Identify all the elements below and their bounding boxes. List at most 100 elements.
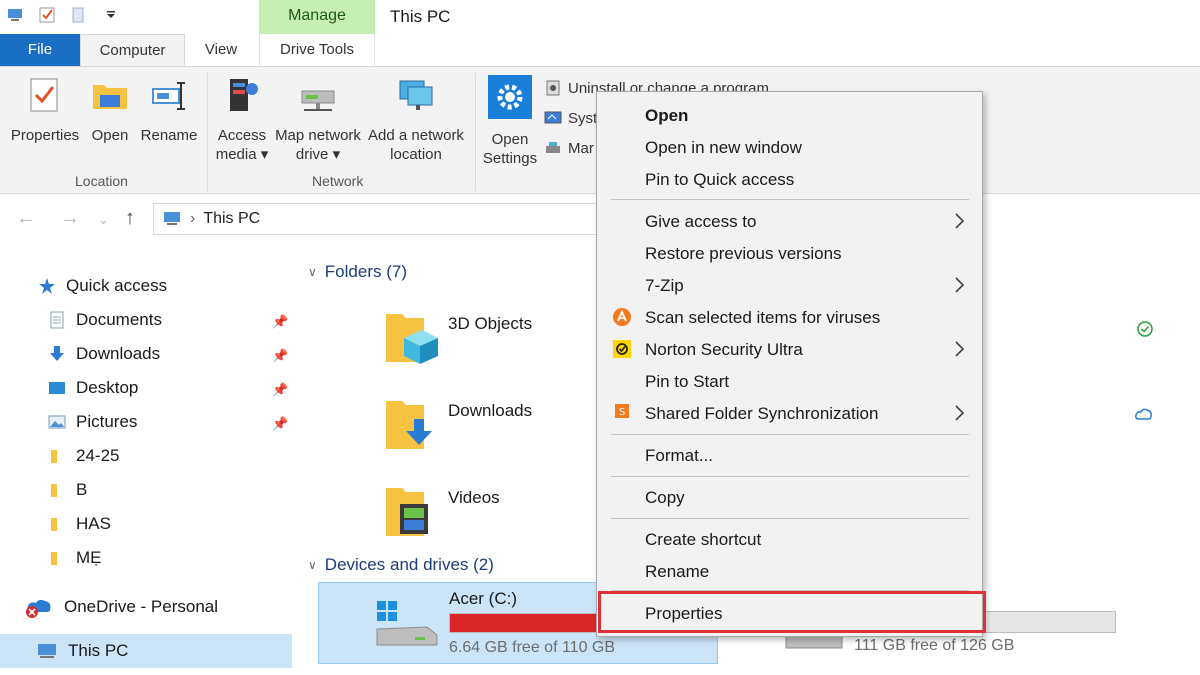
menu-item-create-shortcut[interactable]: Create shortcut	[645, 530, 761, 550]
tab-computer[interactable]: Computer	[80, 34, 185, 67]
pin-icon[interactable]: 📌	[272, 382, 288, 397]
access-media-button[interactable]: Access media ▾	[212, 75, 272, 164]
sync-ok-check-icon	[1137, 321, 1153, 337]
menu-separator	[611, 434, 969, 435]
sidebar-label: HAS	[76, 514, 111, 533]
tab-drive-tools[interactable]: Drive Tools	[259, 34, 375, 66]
forward-arrow-icon[interactable]: →	[60, 207, 80, 230]
tab-view[interactable]: View	[190, 34, 252, 66]
access-media-label-2: media ▾	[215, 146, 269, 163]
pin-icon[interactable]: 📌	[272, 348, 288, 363]
menu-item-scan-viruses[interactable]: Scan selected items for viruses	[645, 308, 880, 328]
sidebar-item-documents[interactable]: Documents	[48, 310, 162, 330]
open-label: Open	[91, 127, 129, 144]
add-network-location-button[interactable]: Add a network location	[366, 75, 466, 164]
manage-button[interactable]: Mar	[544, 139, 594, 157]
submenu-arrow-icon	[955, 405, 965, 421]
folder-icon	[51, 518, 57, 531]
up-arrow-icon[interactable]: ↑	[125, 207, 135, 230]
system-icon	[544, 111, 562, 124]
group-location-label: Location	[75, 173, 128, 189]
cloud-status-icon	[1135, 408, 1152, 420]
menu-item-pin-quick-access[interactable]: Pin to Quick access	[645, 170, 794, 190]
folder-label: 3D Objects	[448, 314, 533, 333]
sidebar-label: This PC	[68, 641, 129, 660]
sidebar-item-24-25[interactable]: 24-25	[48, 446, 119, 466]
menu-separator	[611, 518, 969, 519]
devices-section-header[interactable]: ∨ Devices and drives (2)	[308, 555, 494, 575]
open-settings-button[interactable]: Open Settings	[480, 75, 540, 168]
context-menu: Open Open in new window Pin to Quick acc…	[596, 91, 983, 637]
sidebar-label: Desktop	[76, 378, 139, 397]
3d-objects-folder-icon	[386, 314, 438, 364]
menu-item-copy[interactable]: Copy	[645, 488, 685, 508]
network-drive-icon	[301, 90, 335, 111]
open-folder-icon	[93, 85, 127, 109]
menu-item-7zip[interactable]: 7-Zip	[645, 276, 684, 296]
back-arrow-icon[interactable]: ←	[16, 207, 36, 230]
recent-locations-chevron-icon[interactable]: ⌄	[98, 212, 109, 228]
properties-check-icon[interactable]	[38, 6, 56, 24]
menu-item-rename[interactable]: Rename	[645, 562, 709, 582]
menu-item-restore-previous[interactable]: Restore previous versions	[645, 244, 842, 264]
sidebar-label: Documents	[76, 310, 162, 329]
manage-tab[interactable]: Manage	[259, 0, 375, 34]
sidebar-item-downloads[interactable]: Downloads	[48, 344, 160, 364]
sidebar-item-onedrive[interactable]: OneDrive - Personal	[24, 596, 218, 618]
rename-button[interactable]: Rename	[138, 75, 200, 145]
pin-icon[interactable]: 📌	[272, 314, 288, 329]
menu-item-open-new-window[interactable]: Open in new window	[645, 138, 802, 158]
folders-section-header[interactable]: ∨ Folders (7)	[308, 262, 407, 282]
breadcrumb-this-pc[interactable]: This PC	[203, 210, 260, 228]
system-properties-button[interactable]: Syst	[544, 109, 597, 127]
tab-file[interactable]: File	[0, 34, 80, 66]
window-title: This PC	[390, 7, 451, 26]
sidebar-item-quick-access[interactable]: Quick access	[38, 276, 167, 296]
submenu-arrow-icon	[955, 213, 965, 229]
sidebar-item-desktop[interactable]: Desktop	[48, 378, 138, 398]
menu-separator	[611, 199, 969, 200]
menu-item-shared-folder-sync[interactable]: Shared Folder Synchronization	[645, 404, 878, 424]
settings-gear-icon	[488, 75, 532, 119]
sidebar-item-has[interactable]: HAS	[48, 514, 111, 534]
windows-drive-icon	[376, 601, 438, 646]
menu-item-pin-start[interactable]: Pin to Start	[645, 372, 729, 392]
title-bar: Manage This PC	[0, 0, 1200, 34]
menu-item-open[interactable]: Open	[645, 106, 688, 126]
star-icon	[39, 278, 55, 294]
pin-icon[interactable]: 📌	[272, 416, 288, 431]
folders-header-label: Folders (7)	[324, 262, 407, 281]
sidebar-item-pictures[interactable]: Pictures	[48, 412, 137, 432]
new-folder-icon[interactable]	[70, 6, 88, 24]
download-arrow-icon	[50, 346, 64, 361]
customize-dropdown-icon[interactable]	[102, 6, 120, 24]
folder-icon	[51, 450, 57, 463]
sidebar-item-me[interactable]: MẸ	[48, 548, 102, 568]
folder-videos[interactable]: Videos	[384, 482, 500, 547]
ribbon-divider	[207, 73, 208, 191]
breadcrumb-separator-icon: ›	[190, 210, 196, 227]
sidebar-label: Downloads	[76, 344, 161, 363]
menu-item-format[interactable]: Format...	[645, 446, 713, 466]
sidebar-item-b[interactable]: B	[48, 480, 87, 500]
drive-c-free-space: 6.64 GB free of 110 GB	[449, 639, 616, 656]
this-pc-icon	[164, 212, 180, 225]
sidebar-label: OneDrive - Personal	[64, 597, 219, 616]
rename-icon	[152, 82, 185, 110]
properties-icon	[30, 78, 58, 112]
sidebar-label: Pictures	[76, 412, 138, 431]
open-settings-label-2: Settings	[482, 150, 538, 167]
properties-button[interactable]: Properties	[8, 75, 82, 145]
map-network-drive-button[interactable]: Map network drive ▾	[272, 75, 364, 164]
folder-3d-objects[interactable]: 3D Objects	[384, 308, 532, 373]
address-bar[interactable]: › This PC	[153, 203, 613, 235]
menu-item-norton[interactable]: Norton Security Ultra	[645, 340, 803, 360]
drive-c-name: Acer (C:)	[449, 589, 517, 608]
sidebar-item-this-pc[interactable]: This PC	[36, 641, 128, 661]
quick-access-toolbar	[6, 6, 120, 24]
folder-downloads[interactable]: Downloads	[384, 395, 532, 460]
computer-icon[interactable]	[6, 6, 24, 24]
menu-item-give-access[interactable]: Give access to	[645, 212, 757, 232]
open-button[interactable]: Open	[86, 75, 134, 145]
pictures-icon	[48, 415, 66, 429]
